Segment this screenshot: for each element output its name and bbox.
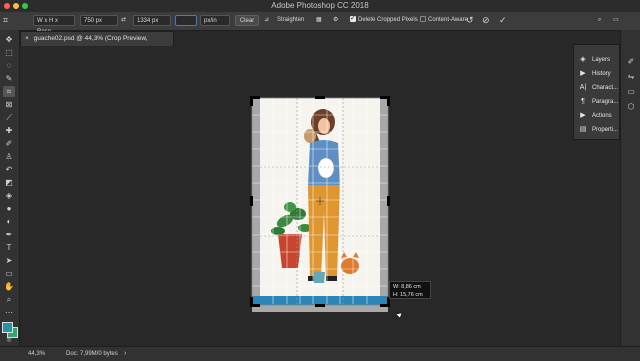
crop-size-readout: W: 8,86 cm H: 15,76 cm [389, 281, 431, 299]
options-bar: ⌗ W x H x Reso... 750 px ⇄ 1334 px px/in… [0, 12, 640, 35]
title-bar: Adobe Photoshop CC 2018 [0, 0, 640, 12]
straighten-button[interactable]: Straighten [277, 15, 309, 26]
crop-width-readout: W: 8,86 cm [393, 284, 421, 290]
panel-label-actions: Actions [592, 113, 612, 119]
resolution-unit-dropdown[interactable]: px/in [200, 15, 230, 26]
crop-width-field[interactable]: 750 px [80, 15, 118, 26]
type-tool-icon[interactable]: T [3, 242, 15, 253]
crop-tool-icon[interactable]: ⌗ [3, 86, 15, 97]
foreground-color-swatch[interactable] [2, 322, 13, 333]
clone-stamp-tool-icon[interactable]: ♙ [3, 151, 15, 162]
checkbox-unchecked-icon [420, 16, 426, 22]
dodge-tool-icon[interactable]: ◐ [3, 216, 15, 227]
straighten-icon: ⊿ [264, 17, 270, 23]
panel-item-layers[interactable]: ◈ Layers [574, 53, 619, 67]
delete-cropped-label: Delete Cropped Pixels [358, 17, 418, 23]
swap-dimensions-icon[interactable]: ⇄ [121, 15, 131, 26]
3d-icon[interactable]: ⬡ [625, 101, 637, 112]
resolution-field[interactable] [175, 15, 197, 26]
document-tab[interactable]: × guache02.psd @ 44,3% (Crop Preview, CM… [20, 31, 174, 56]
panel-label-layers: Layers [592, 57, 611, 63]
frame-tool-icon[interactable]: ⊠ [3, 99, 15, 110]
content-aware-label: Content-Aware [428, 17, 468, 23]
crop-height-field[interactable]: 1334 px [133, 15, 171, 26]
document-size[interactable]: Doc: 7,99M/0 bytes [66, 347, 118, 361]
eraser-tool-icon[interactable]: ◩ [3, 177, 15, 188]
close-tab-icon[interactable]: × [25, 35, 29, 42]
properties-icon: ▤ [579, 126, 587, 133]
paths-icon[interactable]: ▭ [625, 86, 637, 97]
panel-item-paragraph[interactable]: ¶ Paragra... [574, 95, 619, 109]
panel-label-character: Charact... [592, 85, 619, 91]
plant-pot [278, 234, 302, 268]
panel-item-history[interactable]: ▶ History [574, 67, 619, 81]
blur-tool-icon[interactable]: ● [3, 203, 15, 214]
right-shoe [326, 276, 337, 281]
panel-label-properties: Properti... [592, 127, 619, 133]
more-tools-icon[interactable]: ⋯ [3, 307, 15, 318]
marquee-tool-icon[interactable]: ⬚ [3, 47, 15, 58]
history-icon: ▶ [580, 70, 586, 77]
quick-select-tool-icon[interactable]: ✎ [3, 73, 15, 84]
path-selection-tool-icon[interactable]: ➤ [3, 255, 15, 266]
panel-item-actions[interactable]: ▶ Actions [574, 109, 619, 123]
hand-tool-icon[interactable]: ✋ [3, 281, 15, 292]
white-cat [317, 157, 335, 179]
canvas-artwork[interactable] [20, 46, 620, 346]
panel-label-paragraph: Paragra... [592, 99, 619, 105]
collapsed-panels-list: ◈ Layers ▶ History A| Charact... ¶ Parag… [573, 44, 620, 140]
pen-tool-icon[interactable]: ✒ [3, 229, 15, 240]
gear-icon[interactable]: ⚙ [333, 15, 343, 26]
clear-button[interactable]: Clear [235, 15, 259, 26]
overlay-grid-icon[interactable]: ▦ [316, 15, 326, 26]
crop-height-readout: H: 15,76 cm [393, 292, 423, 298]
orange-cat [341, 258, 359, 274]
panel-label-history: History [592, 71, 611, 77]
shape-tool-icon[interactable]: ▭ [3, 268, 15, 279]
woman-face [318, 118, 330, 134]
commit-icon[interactable]: ✓ [499, 15, 511, 26]
crop-tool-icon[interactable]: ⌗ [3, 15, 15, 26]
shoulder-cat [304, 129, 316, 143]
reset-icon[interactable]: ↺ [466, 15, 478, 26]
tools-panel: ✥ ⬚ ◌ ✎ ⌗ ⊠ ⟋ ✚ ✐ ♙ ↶ ◩ ◈ ● ◐ ✒ T ➤ ▭ ✋ … [0, 30, 20, 346]
delete-cropped-checkbox[interactable]: Delete Cropped Pixels [350, 13, 422, 26]
quick-mask-icon[interactable]: ◎ [3, 335, 15, 346]
layers-icon: ◈ [580, 56, 586, 63]
move-tool-icon[interactable]: ✥ [3, 34, 15, 45]
blue-floor-strip [252, 296, 388, 305]
zoom-tool-icon[interactable]: ⌕ [3, 294, 15, 305]
zoom-level[interactable]: 44,3% [28, 347, 45, 361]
watering-can [313, 272, 325, 283]
cancel-icon[interactable]: ⊘ [482, 15, 494, 26]
brush-tool-icon[interactable]: ✐ [3, 138, 15, 149]
adjustments-icon[interactable]: ⇋ [625, 71, 637, 82]
resize-cursor [395, 312, 403, 319]
workspace-icon[interactable]: ▭ [613, 15, 625, 26]
checkbox-checked-icon [350, 13, 356, 24]
eyedropper-tool-icon[interactable]: ⟋ [3, 112, 15, 123]
status-bar: 44,3% Doc: 7,99M/0 bytes › [0, 346, 640, 361]
history-brush-tool-icon[interactable]: ↶ [3, 164, 15, 175]
paragraph-icon: ¶ [581, 98, 585, 105]
brush-settings-icon[interactable]: ✐ [625, 56, 637, 67]
app-title: Adobe Photoshop CC 2018 [271, 1, 369, 10]
actions-icon: ▶ [580, 112, 586, 119]
panel-item-character[interactable]: A| Charact... [574, 81, 619, 95]
content-aware-checkbox[interactable]: Content-Aware [420, 15, 468, 26]
panel-item-properties[interactable]: ▤ Properti... [574, 123, 619, 137]
ratio-preset-dropdown[interactable]: W x H x Reso... [33, 15, 75, 35]
right-panel-strip: ✐ ⇋ ▭ ⬡ [620, 30, 640, 346]
lasso-tool-icon[interactable]: ◌ [3, 60, 15, 71]
search-icon[interactable]: ⌕ [598, 15, 608, 26]
status-arrow-icon[interactable]: › [124, 347, 126, 361]
document-canvas-area[interactable] [20, 46, 620, 346]
gradient-tool-icon[interactable]: ◈ [3, 190, 15, 201]
healing-tool-icon[interactable]: ✚ [3, 125, 15, 136]
character-icon: A| [579, 84, 587, 91]
